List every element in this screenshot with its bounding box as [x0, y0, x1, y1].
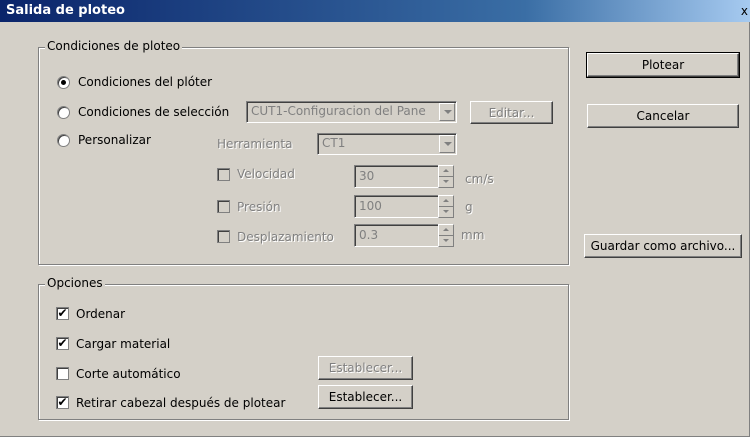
selection-conditions-value: CUT1-Configuracion del Pane [251, 104, 426, 118]
cancel-button[interactable]: Cancelar [587, 104, 739, 128]
offset-value: 0.3 [359, 228, 379, 242]
plot-output-dialog: Salida de ploteo x Condiciones de ploteo… [0, 0, 750, 437]
pressure-label: Presión [237, 200, 281, 214]
speed-input[interactable]: 30 [354, 165, 440, 188]
options-legend: Opciones [45, 276, 105, 290]
offset-unit: mm [461, 228, 485, 242]
speed-stepper[interactable] [438, 165, 454, 188]
selection-conditions-dropdown[interactable]: CUT1-Configuracion del Pane [246, 101, 457, 123]
pressure-input[interactable]: 100 [354, 195, 440, 218]
load-material-label[interactable]: Cargar material [76, 337, 170, 351]
pressure-stepper[interactable] [438, 195, 454, 218]
offset-checkbox[interactable] [217, 230, 230, 243]
plot-conditions-legend: Condiciones de ploteo [45, 39, 183, 53]
plotter-conditions-label[interactable]: Condiciones del plóter [78, 75, 212, 89]
load-material-checkbox[interactable]: ✔ [56, 337, 69, 350]
sort-label[interactable]: Ordenar [76, 307, 125, 321]
title-bar: Salida de ploteo x [0, 0, 750, 22]
offset-input[interactable]: 0.3 [354, 224, 440, 247]
speed-checkbox[interactable] [217, 168, 230, 181]
custom-conditions-label[interactable]: Personalizar [78, 133, 151, 147]
stepper-down-icon[interactable] [439, 177, 453, 188]
plot-button[interactable]: Plotear [586, 52, 740, 78]
selection-conditions-label[interactable]: Condiciones de selección [78, 105, 229, 119]
lift-head-settings-button[interactable]: Establecer... [318, 385, 413, 409]
selection-conditions-radio[interactable] [57, 106, 70, 119]
chevron-down-icon[interactable] [439, 135, 455, 153]
auto-cut-settings-button[interactable]: Establecer... [318, 356, 413, 380]
sort-checkbox[interactable]: ✔ [56, 307, 69, 320]
plotter-conditions-radio[interactable] [57, 76, 70, 89]
tool-value: CT1 [322, 136, 346, 150]
auto-cut-checkbox[interactable] [56, 367, 69, 380]
pressure-checkbox[interactable] [217, 200, 230, 213]
offset-label: Desplazamiento [237, 230, 334, 244]
speed-value: 30 [359, 169, 375, 183]
pressure-unit: g [465, 200, 473, 214]
stepper-up-icon[interactable] [439, 166, 453, 177]
speed-label: Velocidad [237, 167, 295, 181]
stepper-up-icon[interactable] [439, 196, 453, 207]
lift-head-checkbox[interactable]: ✔ [56, 396, 69, 409]
edit-button[interactable]: Editar... [470, 101, 553, 124]
pressure-value: 100 [359, 199, 382, 213]
offset-stepper[interactable] [438, 224, 454, 247]
stepper-down-icon[interactable] [439, 236, 453, 247]
save-as-file-button[interactable]: Guardar como archivo... [584, 234, 742, 258]
custom-conditions-radio[interactable] [57, 134, 70, 147]
tool-label: Herramienta [217, 137, 293, 151]
window-title: Salida de ploteo [6, 3, 125, 18]
lift-head-label[interactable]: Retirar cabezal después de plotear [76, 396, 285, 410]
close-icon[interactable]: x [741, 0, 748, 22]
chevron-down-icon[interactable] [439, 103, 455, 121]
stepper-up-icon[interactable] [439, 225, 453, 236]
auto-cut-label[interactable]: Corte automático [76, 367, 181, 381]
speed-unit: cm/s [465, 172, 494, 186]
tool-dropdown[interactable]: CT1 [317, 133, 457, 155]
stepper-down-icon[interactable] [439, 207, 453, 218]
